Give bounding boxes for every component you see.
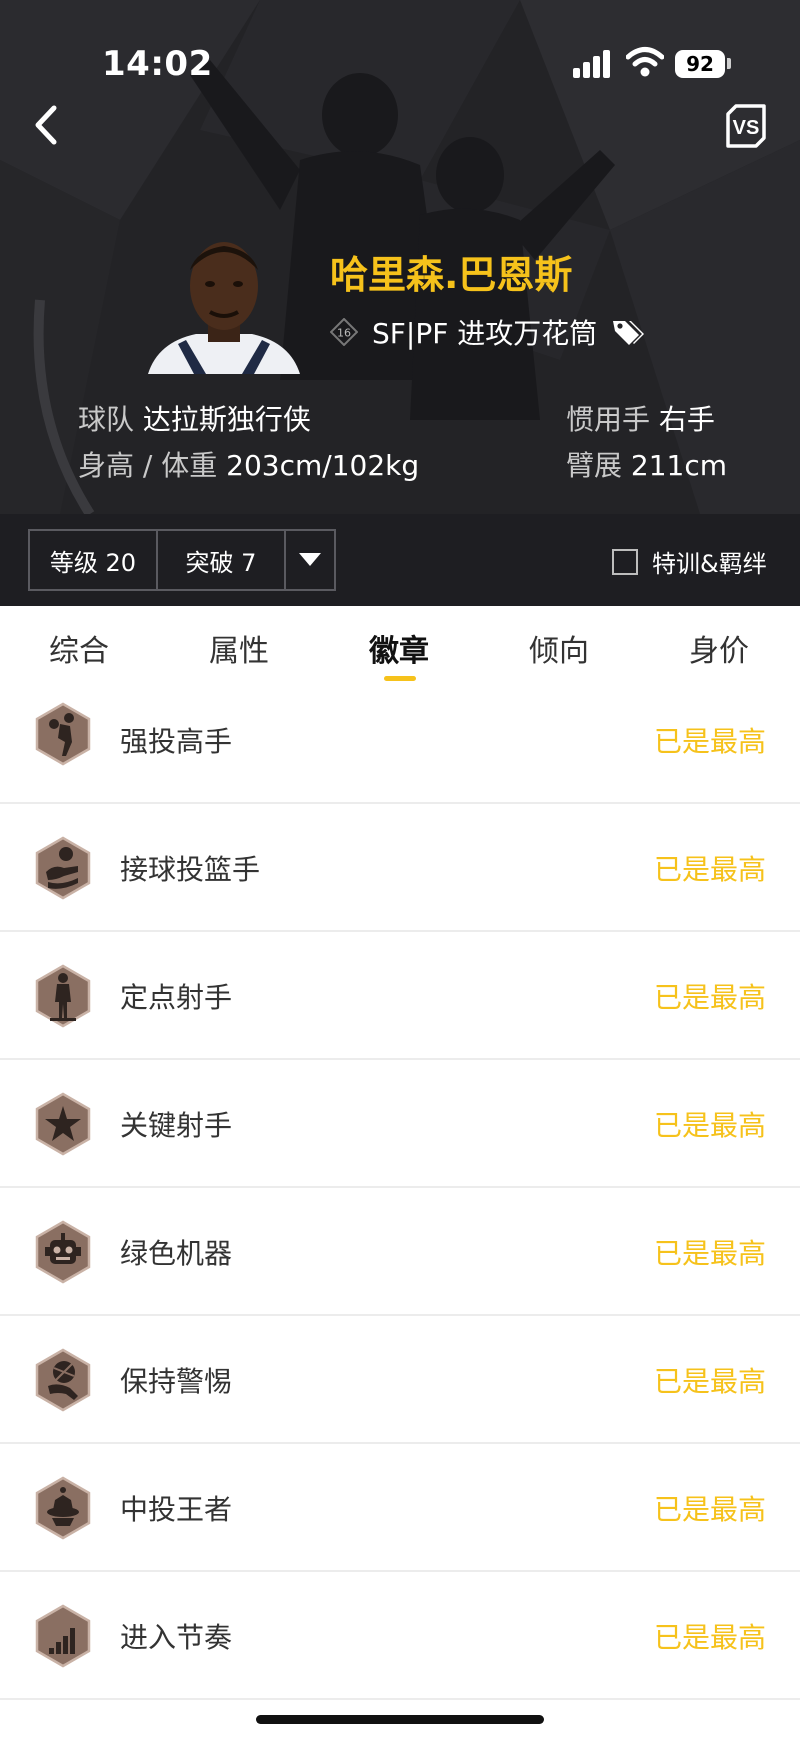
badge-status: 已是最高 bbox=[653, 981, 766, 1014]
caret-down-icon bbox=[299, 553, 321, 566]
team-value: 达拉斯独行侠 bbox=[142, 403, 311, 436]
handedness-info: 惯用手 右手 bbox=[566, 398, 715, 438]
wingspan-info: 臂展 211cm bbox=[566, 444, 727, 484]
badge-name: 绿色机器 bbox=[120, 1237, 233, 1270]
badge-status: 已是最高 bbox=[653, 1365, 766, 1398]
position-archetype: SF|PF 进攻万花筒 bbox=[372, 317, 598, 350]
catch-and-shoot-icon bbox=[35, 836, 91, 900]
home-indicator[interactable] bbox=[256, 1715, 544, 1724]
cellular-signal-icon bbox=[573, 50, 610, 78]
tab-badges[interactable]: 徽章 bbox=[339, 626, 459, 670]
team-label: 球队 bbox=[78, 403, 135, 436]
badge-row[interactable]: 进入节奏 已是最高 bbox=[0, 1572, 800, 1700]
in-rhythm-icon bbox=[35, 1604, 91, 1668]
badge-row[interactable]: 定点射手 已是最高 bbox=[0, 932, 800, 1060]
level-selector: 等级 20 突破 7 bbox=[28, 529, 336, 591]
badge-status: 已是最高 bbox=[653, 1621, 766, 1654]
special-training-checkbox[interactable] bbox=[612, 548, 638, 575]
wingspan-label: 臂展 bbox=[566, 449, 623, 482]
badge-row[interactable]: 绿色机器 已是最高 bbox=[0, 1188, 800, 1316]
player-position-line: 16 SF|PF 进攻万花筒 bbox=[330, 312, 645, 352]
player-header: 14:02 92 VS 哈里森.巴恩斯 16 SF|PF 进攻万花筒 球队 达拉… bbox=[0, 0, 800, 514]
special-training-toggle[interactable]: 特训&羁绊 bbox=[612, 544, 767, 579]
tab-value[interactable]: 身价 bbox=[659, 626, 779, 670]
badge-status: 已是最高 bbox=[653, 725, 766, 758]
breakthrough-button[interactable]: 突破 7 bbox=[158, 531, 286, 589]
green-machine-icon bbox=[35, 1220, 91, 1284]
height-weight-value: 203cm/102kg bbox=[226, 449, 420, 482]
badge-name: 强投高手 bbox=[120, 725, 233, 758]
badge-name: 关键射手 bbox=[120, 1109, 233, 1142]
badge-row[interactable]: 中投王者 已是最高 bbox=[0, 1444, 800, 1572]
badge-status: 已是最高 bbox=[653, 1493, 766, 1526]
badge-row[interactable]: 接球投篮手 已是最高 bbox=[0, 804, 800, 932]
badge-status: 已是最高 bbox=[653, 853, 766, 886]
badge-name: 接球投篮手 bbox=[120, 853, 261, 886]
tab-overview[interactable]: 综合 bbox=[19, 626, 139, 670]
spot-up-shooter-icon bbox=[35, 964, 91, 1028]
badge-row[interactable]: 保持警惕 已是最高 bbox=[0, 1316, 800, 1444]
height-weight-info: 身高 / 体重 203cm/102kg bbox=[78, 444, 419, 484]
battery-indicator: 92 bbox=[675, 50, 725, 78]
badge-status: 已是最高 bbox=[653, 1109, 766, 1142]
wifi-icon bbox=[626, 47, 664, 77]
level-button[interactable]: 等级 20 bbox=[30, 531, 158, 589]
player-name: 哈里森.巴恩斯 bbox=[330, 253, 573, 297]
stay-alert-icon bbox=[35, 1348, 91, 1412]
tab-tendencies[interactable]: 倾向 bbox=[499, 626, 619, 670]
rank-number: 16 bbox=[337, 327, 351, 340]
tough-shot-icon bbox=[35, 702, 91, 766]
tab-attributes[interactable]: 属性 bbox=[179, 626, 299, 670]
back-arrow-icon[interactable] bbox=[28, 100, 68, 150]
handedness-label: 惯用手 bbox=[566, 403, 651, 436]
badge-row[interactable]: 强投高手 已是最高 bbox=[0, 676, 800, 804]
status-time: 14:02 bbox=[102, 44, 213, 84]
detail-tabs: 综合 属性 徽章 倾向 身价 bbox=[0, 606, 800, 686]
tag-icon[interactable] bbox=[611, 317, 645, 347]
badge-name: 中投王者 bbox=[120, 1493, 233, 1526]
level-dropdown-button[interactable] bbox=[286, 531, 334, 589]
status-bar: 14:02 92 bbox=[0, 0, 800, 120]
rank-diamond-icon: 16 bbox=[330, 318, 358, 346]
battery-tip bbox=[727, 58, 731, 69]
player-detail-page: 14:02 92 VS 哈里森.巴恩斯 16 SF|PF 进攻万花筒 球队 达拉… bbox=[0, 0, 800, 1739]
level-control-bar: 等级 20 突破 7 特训&羁绊 bbox=[0, 514, 800, 606]
mid-range-king-icon bbox=[35, 1476, 91, 1540]
badge-name: 进入节奏 bbox=[120, 1621, 233, 1654]
badge-status: 已是最高 bbox=[653, 1237, 766, 1270]
handedness-value: 右手 bbox=[658, 403, 715, 436]
badge-name: 定点射手 bbox=[120, 981, 233, 1014]
special-training-label: 特训&羁绊 bbox=[652, 550, 767, 578]
clutch-shooter-icon bbox=[35, 1092, 91, 1156]
badge-row[interactable]: 关键射手 已是最高 bbox=[0, 1060, 800, 1188]
badge-name: 保持警惕 bbox=[120, 1365, 233, 1398]
wingspan-value: 211cm bbox=[630, 449, 728, 482]
height-weight-label: 身高 / 体重 bbox=[78, 449, 218, 482]
versus-compare-icon[interactable]: VS bbox=[724, 104, 768, 148]
team-info: 球队 达拉斯独行侠 bbox=[78, 398, 311, 438]
player-avatar bbox=[148, 242, 300, 374]
svg-text:VS: VS bbox=[733, 117, 760, 139]
